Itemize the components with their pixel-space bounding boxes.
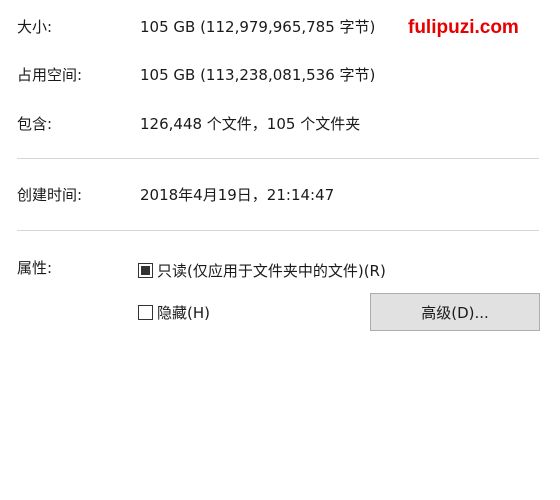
size-label: 大小: (17, 18, 53, 36)
created-label: 创建时间: (17, 186, 83, 204)
divider (17, 230, 539, 231)
contains-value: 126,448 个文件，105 个文件夹 (140, 115, 361, 133)
advanced-button[interactable]: 高级(D)... (370, 293, 540, 331)
hidden-checkbox-box[interactable] (138, 304, 153, 320)
size-value: 105 GB (112,979,965,785 字节) (140, 18, 376, 36)
readonly-checkbox-label: 只读(仅应用于文件夹中的文件)(R) (157, 261, 386, 280)
divider (17, 158, 539, 159)
size-on-disk-label: 占用空间: (17, 66, 83, 84)
contains-label: 包含: (17, 115, 53, 133)
hidden-checkbox-label: 隐藏(H) (157, 303, 210, 322)
size-on-disk-value: 105 GB (113,238,081,536 字节) (140, 66, 376, 84)
watermark: fulipuzi.com (408, 17, 519, 38)
readonly-checkbox-box[interactable] (138, 262, 153, 278)
attributes-label: 属性: (17, 259, 53, 277)
readonly-checkbox[interactable]: 只读(仅应用于文件夹中的文件)(R) (138, 259, 386, 281)
hidden-checkbox[interactable]: 隐藏(H) (138, 301, 210, 323)
created-value: 2018年4月19日，21:14:47 (140, 186, 335, 204)
